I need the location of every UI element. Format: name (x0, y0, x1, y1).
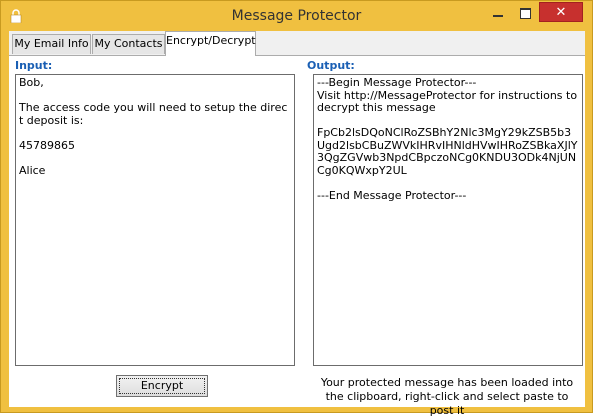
status-message: Your protected message has been loaded i… (320, 376, 574, 417)
minimize-button[interactable] (485, 3, 511, 25)
tab-encrypt-decrypt[interactable]: Encrypt/Decrypt (165, 31, 256, 56)
encrypt-decrypt-panel: Input: Bob, The access code you will nee… (9, 56, 585, 417)
maximize-button[interactable] (512, 3, 538, 25)
tab-my-contacts[interactable]: My Contacts (92, 34, 165, 54)
minimize-icon (493, 15, 503, 17)
input-textbox[interactable]: Bob, The access code you will need to se… (15, 74, 295, 366)
maximize-icon (520, 8, 531, 19)
tab-my-email-info[interactable]: My Email Info (12, 34, 91, 54)
tab-strip: My Email Info My Contacts Encrypt/Decryp… (9, 31, 585, 56)
output-label: Output: (307, 59, 355, 72)
input-label: Input: (15, 59, 53, 72)
title-bar[interactable]: Message Protector ✕ (1, 1, 592, 31)
encrypt-button[interactable]: Encrypt (116, 375, 208, 397)
output-textbox[interactable]: ---Begin Message Protector--- Visit http… (313, 74, 583, 366)
close-button[interactable]: ✕ (539, 2, 583, 22)
app-window: Message Protector ✕ My Email Info My Con… (0, 0, 593, 417)
client-area: My Email Info My Contacts Encrypt/Decryp… (9, 31, 585, 417)
close-icon: ✕ (555, 4, 567, 20)
